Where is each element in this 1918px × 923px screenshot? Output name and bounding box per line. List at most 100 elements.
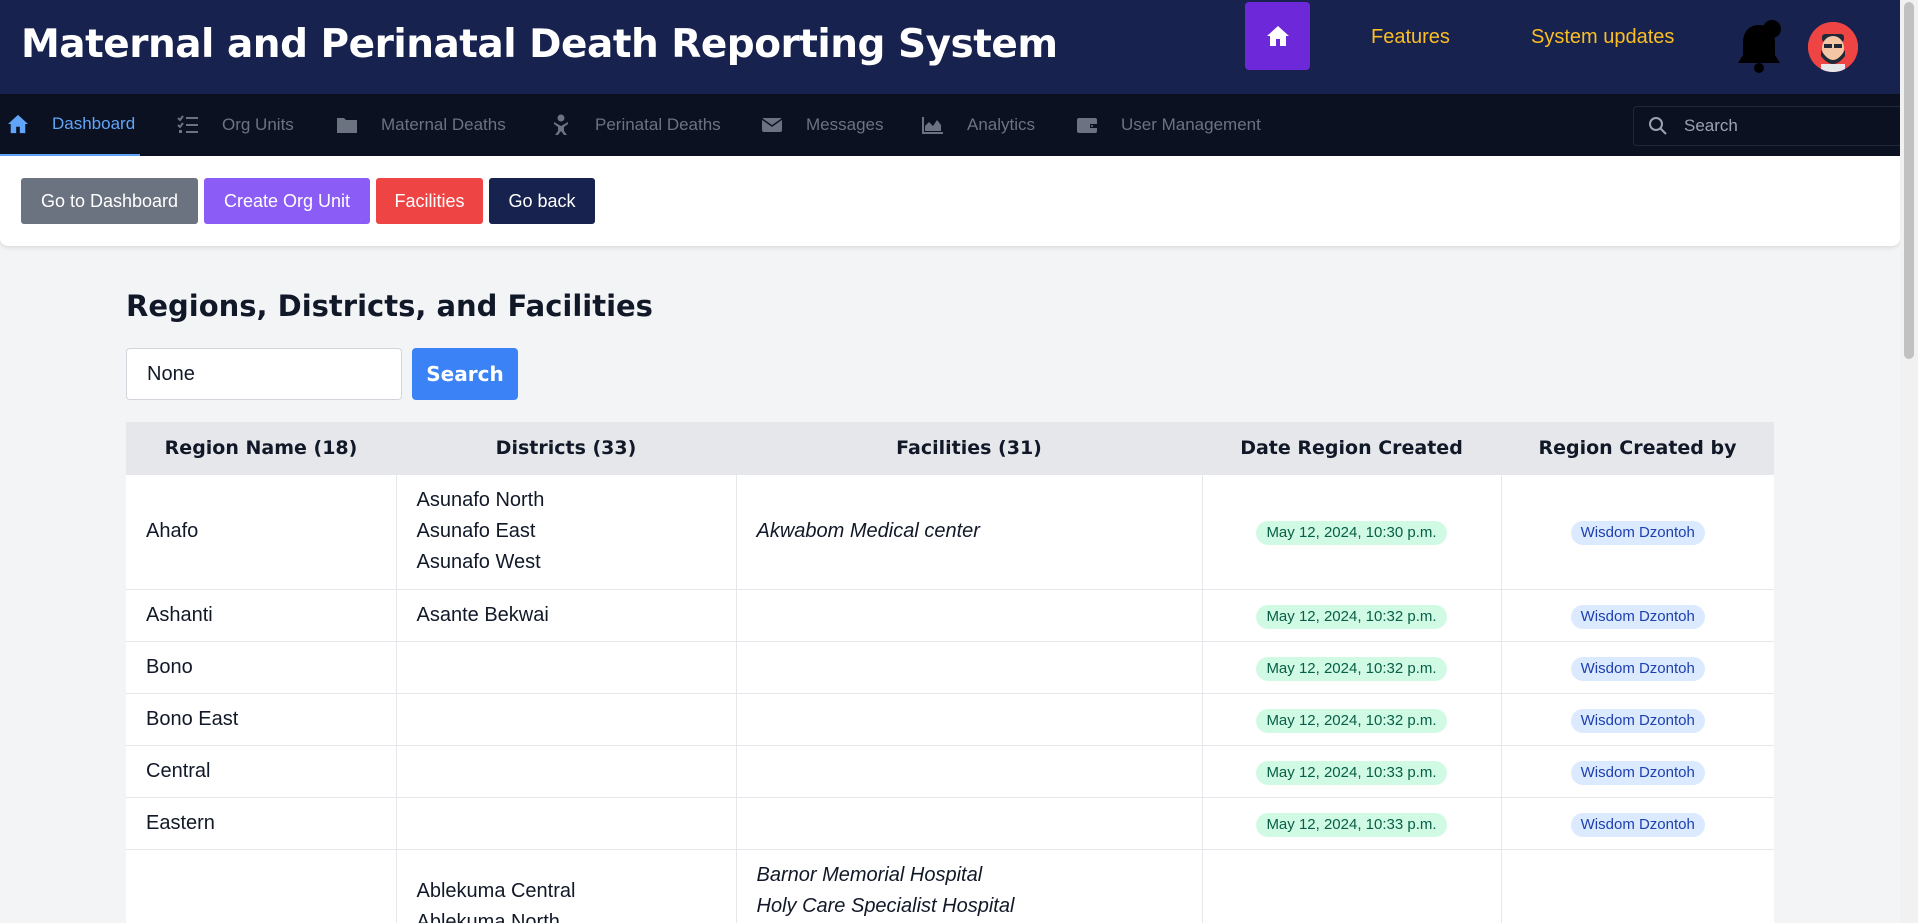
date-cell: May 12, 2024, 10:33 p.m. bbox=[1202, 796, 1502, 849]
avatar[interactable] bbox=[1808, 22, 1858, 72]
districts-cell bbox=[396, 640, 737, 693]
region-name: Bono East bbox=[126, 692, 397, 745]
go-to-dashboard-button[interactable]: Go to Dashboard bbox=[21, 178, 198, 224]
district-name: Asante Bekwai bbox=[416, 603, 549, 626]
table-row[interactable]: Central May 12, 2024, 10:33 p.m. Wisdom … bbox=[126, 744, 1774, 797]
nav-search bbox=[1633, 106, 1903, 146]
date-badge: May 12, 2024, 10:32 p.m. bbox=[1256, 708, 1447, 733]
nav-search-input[interactable] bbox=[1684, 116, 1884, 136]
districts-cell: Asunafo North Asunafo East Asunafo West bbox=[396, 473, 737, 589]
search-icon bbox=[1649, 117, 1667, 135]
table-row[interactable]: Ahafo Asunafo North Asunafo East Asunafo… bbox=[126, 473, 1774, 589]
facilities-cell: Barnor Memorial Hospital Holy Care Speci… bbox=[736, 848, 1203, 923]
nav-item-analytics[interactable]: Analytics bbox=[921, 94, 1035, 156]
user-badge: Wisdom Dzontoh bbox=[1570, 656, 1705, 681]
created-by-cell: Wisdom Dzontoh bbox=[1501, 744, 1774, 797]
user-avatar-icon bbox=[1808, 22, 1858, 72]
facilities-button[interactable]: Facilities bbox=[376, 178, 483, 224]
district-name: Asunafo West bbox=[416, 551, 541, 573]
nav-label: Analytics bbox=[967, 115, 1036, 134]
date-cell: May 12, 2024, 10:32 p.m. bbox=[1202, 692, 1502, 745]
region-name: Central bbox=[126, 744, 397, 797]
envelope-icon bbox=[760, 113, 784, 137]
date-badge: May 12, 2024, 10:33 p.m. bbox=[1256, 812, 1447, 837]
date-cell: May 12, 2024, 10:32 p.m. bbox=[1202, 588, 1502, 641]
create-org-unit-button[interactable]: Create Org Unit bbox=[204, 178, 370, 224]
date-badge: May 12, 2024, 10:32 p.m. bbox=[1256, 656, 1447, 681]
created-by-cell: Wisdom Dzontoh bbox=[1501, 640, 1774, 693]
column-header-region[interactable]: Region Name (18) bbox=[126, 422, 396, 474]
region-name: Bono bbox=[126, 640, 397, 693]
facilities-cell bbox=[736, 692, 1203, 745]
facility-name: Holy Care Specialist Hospital bbox=[756, 894, 1015, 917]
region-name: Ahafo bbox=[126, 473, 397, 589]
nav-label: Perinatal Deaths bbox=[595, 115, 721, 134]
user-badge: Wisdom Dzontoh bbox=[1570, 521, 1705, 545]
table-row[interactable]: Bono East May 12, 2024, 10:32 p.m. Wisdo… bbox=[126, 692, 1774, 745]
facilities-cell bbox=[736, 588, 1203, 641]
search-button[interactable]: Search bbox=[412, 348, 518, 400]
created-by-cell: Wisdom Dzontoh bbox=[1501, 796, 1774, 849]
created-by-cell: Wisdom Dzontoh bbox=[1501, 692, 1774, 745]
date-cell: May 12, 2024, 10:32 p.m. bbox=[1202, 640, 1502, 693]
districts-cell bbox=[396, 744, 737, 797]
district-name: Ablekuma North bbox=[416, 910, 560, 923]
district-name: Ablekuma Central bbox=[416, 879, 576, 902]
region-name: Eastern bbox=[126, 796, 397, 849]
district-name: Asunafo East bbox=[416, 520, 536, 542]
page-scrollbar[interactable] bbox=[1900, 0, 1918, 923]
districts-cell bbox=[396, 692, 737, 745]
table-row[interactable]: Eastern May 12, 2024, 10:33 p.m. Wisdom … bbox=[126, 796, 1774, 849]
folder-icon bbox=[335, 113, 359, 137]
home-icon bbox=[1266, 26, 1289, 46]
nav-label: Org Units bbox=[222, 115, 294, 134]
regions-table: Region Name (18) Districts (33) Faciliti… bbox=[126, 422, 1774, 923]
app-title: Maternal and Perinatal Death Reporting S… bbox=[21, 22, 1058, 67]
top-header: Maternal and Perinatal Death Reporting S… bbox=[0, 0, 1900, 94]
user-badge: Wisdom Dzontoh bbox=[1570, 812, 1705, 837]
home-button[interactable] bbox=[1245, 2, 1310, 70]
nav-item-perinatal-deaths[interactable]: Perinatal Deaths bbox=[549, 94, 721, 156]
scrollbar-thumb[interactable] bbox=[1904, 2, 1914, 359]
column-header-facilities[interactable]: Facilities (31) bbox=[736, 422, 1202, 474]
table-row[interactable]: Ablekuma Central Ablekuma North Barnor M… bbox=[126, 848, 1774, 923]
table-header-row: Region Name (18) Districts (33) Faciliti… bbox=[126, 422, 1774, 474]
nav-label: User Management bbox=[1121, 115, 1261, 134]
main-nav: Dashboard Org Units Maternal Deaths Peri… bbox=[0, 94, 1903, 156]
search-input[interactable] bbox=[126, 348, 402, 400]
nav-item-maternal-deaths[interactable]: Maternal Deaths bbox=[335, 94, 506, 156]
facility-name: Akwabom Medical center bbox=[756, 520, 980, 542]
districts-cell: Ablekuma Central Ablekuma North bbox=[396, 848, 737, 923]
column-header-districts[interactable]: Districts (33) bbox=[396, 422, 736, 474]
column-header-created-by[interactable]: Region Created by bbox=[1501, 422, 1774, 474]
system-updates-link[interactable]: System updates bbox=[1531, 26, 1674, 49]
date-cell bbox=[1202, 848, 1502, 923]
nav-item-messages[interactable]: Messages bbox=[760, 94, 883, 156]
date-badge: May 12, 2024, 10:32 p.m. bbox=[1256, 604, 1447, 629]
chart-area-icon bbox=[921, 113, 945, 137]
region-name bbox=[126, 848, 397, 923]
facilities-cell bbox=[736, 796, 1203, 849]
features-link[interactable]: Features bbox=[1371, 26, 1450, 49]
notifications-button[interactable] bbox=[1735, 19, 1785, 75]
list-check-icon bbox=[176, 113, 200, 137]
nav-item-user-management[interactable]: User Management bbox=[1075, 94, 1261, 156]
bell-icon bbox=[1738, 20, 1781, 73]
column-header-date[interactable]: Date Region Created bbox=[1202, 422, 1501, 474]
table-row[interactable]: Bono May 12, 2024, 10:32 p.m. Wisdom Dzo… bbox=[126, 640, 1774, 693]
page-title: Regions, Districts, and Facilities bbox=[126, 289, 653, 323]
nav-item-dashboard[interactable]: Dashboard bbox=[0, 94, 140, 156]
user-badge: Wisdom Dzontoh bbox=[1570, 604, 1705, 629]
districts-cell: Asante Bekwai bbox=[396, 588, 737, 641]
nav-label: Dashboard bbox=[52, 114, 136, 133]
go-back-button[interactable]: Go back bbox=[489, 178, 595, 224]
created-by-cell: Wisdom Dzontoh bbox=[1501, 473, 1774, 589]
facilities-cell bbox=[736, 640, 1203, 693]
date-cell: May 12, 2024, 10:33 p.m. bbox=[1202, 744, 1502, 797]
created-by-cell: Wisdom Dzontoh bbox=[1501, 588, 1774, 641]
user-badge: Wisdom Dzontoh bbox=[1570, 708, 1705, 733]
created-by-cell bbox=[1501, 848, 1774, 923]
date-cell: May 12, 2024, 10:30 p.m. bbox=[1202, 473, 1502, 589]
nav-item-org-units[interactable]: Org Units bbox=[176, 94, 294, 156]
table-row[interactable]: Ashanti Asante Bekwai May 12, 2024, 10:3… bbox=[126, 588, 1774, 641]
